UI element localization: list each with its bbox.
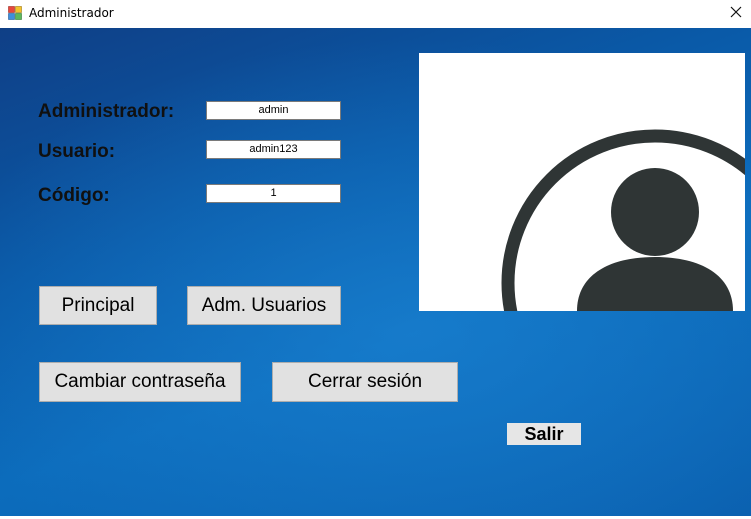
cambiar-contrasena-button[interactable]: Cambiar contraseña	[39, 362, 241, 402]
title-bar: Administrador	[0, 0, 751, 28]
salir-button[interactable]: Salir	[507, 423, 581, 445]
administrador-field[interactable]: admin	[206, 101, 341, 120]
usuario-label: Usuario:	[38, 141, 116, 162]
codigo-field[interactable]: 1	[206, 184, 341, 203]
close-button[interactable]	[721, 0, 751, 28]
administrador-window: Administrador Administrador: admin Usuar…	[0, 0, 751, 519]
window-title: Administrador	[29, 6, 114, 20]
form-client-area: Administrador: admin Usuario: admin123 C…	[0, 28, 751, 519]
administrador-label: Administrador:	[38, 101, 175, 122]
usuario-field[interactable]: admin123	[206, 140, 341, 159]
codigo-label: Código:	[38, 185, 110, 206]
close-icon	[730, 5, 742, 23]
windows-form-icon	[8, 6, 22, 20]
principal-button[interactable]: Principal	[39, 286, 157, 325]
adm-usuarios-button[interactable]: Adm. Usuarios	[187, 286, 341, 325]
cerrar-sesion-button[interactable]: Cerrar sesión	[272, 362, 458, 402]
avatar-picture-box	[419, 53, 745, 311]
user-avatar-icon	[419, 129, 745, 311]
